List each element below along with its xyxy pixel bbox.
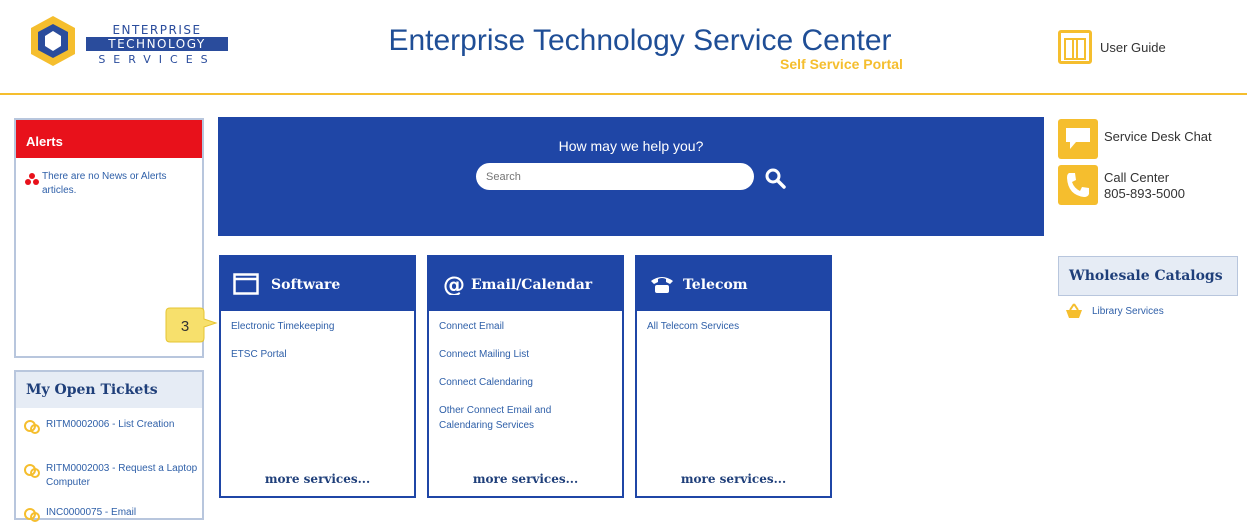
telecom-card: Telecom All Telecom Services more servic… [635,255,832,498]
phone-glyph-icon [1067,173,1089,197]
service-desk-chat-link[interactable]: Service Desk Chat [1104,129,1212,144]
page-title: Enterprise Technology Service Center [388,24,892,57]
step-callout: 3 [165,307,218,343]
alerts-title: Alerts [16,120,202,158]
search-prompt: How may we help you? [558,138,704,154]
telecom-card-title: Telecom [683,277,748,293]
open-tickets-panel: My Open Tickets RITM0002006 - List Creat… [14,370,206,522]
ticket-icon [24,464,40,478]
svg-text:@: @ [443,273,465,295]
logo-line2: TECHNOLOGY [86,38,228,51]
telecom-card-header[interactable]: Telecom [637,257,830,311]
software-card-title: Software [271,277,341,293]
header-divider [0,93,1247,95]
ets-logo[interactable]: ENTERPRISE TECHNOLOGY SERVICES [28,14,233,76]
call-center-info: Call Center 805-893-5000 [1104,170,1185,202]
service-link-other-connect[interactable]: Other Connect Email and Calendaring Serv… [439,403,569,433]
phone-icon[interactable] [1058,165,1098,205]
logo-emblem-icon [31,16,75,66]
ticket-item[interactable]: RITM0002006 - List Creation [46,418,206,432]
search-icon[interactable] [764,167,786,189]
page-subtitle: Self Service Portal [780,56,903,72]
ticket-item[interactable]: INC0000075 - Email [46,506,206,520]
call-center-number: 805-893-5000 [1104,186,1185,201]
user-guide-label: User Guide [1100,40,1166,55]
service-link-connect-email[interactable]: Connect Email [439,319,614,334]
email-calendar-card: @ Email/Calendar Connect Email Connect M… [427,255,624,498]
email-calendar-more-services-link[interactable]: more services... [429,472,622,486]
chat-bubble-glyph-icon [1066,128,1090,149]
email-calendar-card-header[interactable]: @ Email/Calendar [429,257,622,311]
search-input[interactable] [476,163,754,190]
service-link-connect-mailing-list[interactable]: Connect Mailing List [439,347,614,362]
telecom-more-services-link[interactable]: more services... [637,472,830,486]
book-icon [1058,30,1092,64]
basket-icon [1066,303,1082,318]
logo-text: ENTERPRISE TECHNOLOGY SERVICES [86,24,228,66]
window-icon [233,273,259,295]
logo-line1: ENTERPRISE [86,24,228,38]
ticket-icon [24,420,40,434]
open-tickets-title: My Open Tickets [16,372,202,408]
step-callout-number: 3 [181,318,189,335]
software-more-services-link[interactable]: more services... [221,472,414,486]
software-card: Software Electronic Timekeeping ETSC Por… [219,255,416,498]
at-sign-icon: @ [443,273,465,295]
logo-line3: SERVICES [98,53,216,66]
wholesale-catalogs-title: Wholesale Catalogs [1058,256,1238,296]
software-card-header[interactable]: Software [221,257,414,311]
service-link-electronic-timekeeping[interactable]: Electronic Timekeeping [231,319,406,334]
ticket-item[interactable]: RITM0002003 - Request a Laptop Computer [46,462,206,490]
telephone-icon [651,277,673,293]
service-link-connect-calendaring[interactable]: Connect Calendaring [439,375,614,390]
alerts-message[interactable]: There are no News or Alerts articles. [42,170,202,198]
ticket-icon [24,508,40,522]
library-services-link[interactable]: Library Services [1092,306,1164,317]
chat-bubble-icon[interactable] [1058,119,1098,159]
service-link-all-telecom[interactable]: All Telecom Services [647,319,822,334]
email-calendar-card-title: Email/Calendar [471,277,593,293]
call-center-title: Call Center [1104,170,1170,185]
service-link-etsc-portal[interactable]: ETSC Portal [231,347,406,362]
alert-icon [25,173,39,185]
